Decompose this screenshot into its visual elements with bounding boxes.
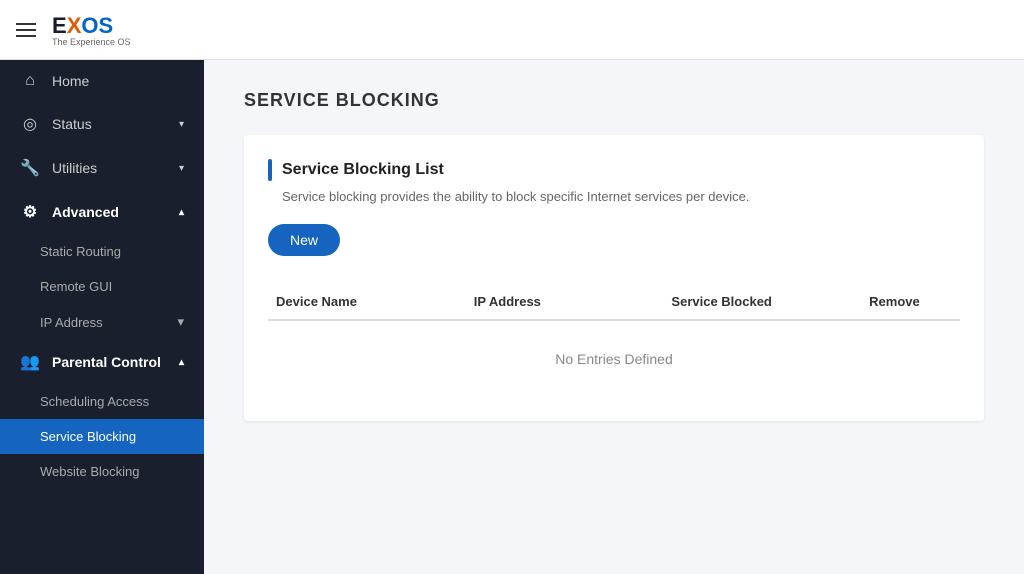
sidebar-label-home: Home (52, 73, 89, 89)
service-blocking-table: Device Name IP Address Service Blocked R… (268, 284, 960, 397)
sidebar-item-website-blocking[interactable]: Website Blocking (0, 454, 204, 489)
sidebar-item-utilities[interactable]: 🔧 Utilities ▾ (0, 146, 204, 190)
logo-tagline: The Experience OS (52, 37, 131, 47)
status-icon: ◎ (20, 114, 40, 134)
chevron-up-icon: ▴ (179, 357, 184, 368)
utilities-icon: 🔧 (20, 158, 40, 178)
sidebar-label-service-blocking: Service Blocking (40, 429, 136, 444)
section-title: Service Blocking List (282, 161, 444, 179)
sidebar: ⌂ Home ◎ Status ▾ 🔧 Utilities ▾ ⚙ Advanc… (0, 60, 204, 574)
main-content: SERVICE BLOCKING Service Blocking List S… (204, 60, 1024, 574)
top-header: EXOS The Experience OS (0, 0, 1024, 60)
sidebar-label-static-routing: Static Routing (40, 244, 121, 259)
col-remove: Remove (861, 294, 960, 309)
content-card: Service Blocking List Service blocking p… (244, 135, 984, 421)
col-ip-address: IP Address (466, 294, 664, 309)
sidebar-label-website-blocking: Website Blocking (40, 464, 139, 479)
hamburger-menu[interactable] (16, 23, 36, 37)
logo-e: E (52, 13, 67, 39)
sidebar-label-status: Status (52, 116, 92, 132)
sidebar-label-parental-control: Parental Control (52, 354, 161, 370)
logo-os: OS (81, 13, 113, 39)
col-service-blocked: Service Blocked (663, 294, 861, 309)
table-empty-message: No Entries Defined (268, 321, 960, 397)
sidebar-item-status[interactable]: ◎ Status ▾ (0, 102, 204, 146)
sidebar-item-parental-control[interactable]: 👥 Parental Control ▴ (0, 340, 204, 384)
col-device-name: Device Name (268, 294, 466, 309)
sidebar-label-scheduling-access: Scheduling Access (40, 394, 149, 409)
sidebar-item-home[interactable]: ⌂ Home (0, 60, 204, 102)
chevron-down-icon: ▾ (179, 163, 184, 174)
logo: EXOS The Experience OS (52, 13, 131, 47)
sidebar-label-ip-address: IP Address (40, 315, 103, 330)
logo-x: X (67, 13, 82, 39)
sidebar-item-scheduling-access[interactable]: Scheduling Access (0, 384, 204, 419)
chevron-down-icon: ▾ (179, 119, 184, 130)
page-title: SERVICE BLOCKING (244, 90, 984, 111)
sidebar-label-utilities: Utilities (52, 160, 97, 176)
table-body: No Entries Defined (268, 321, 960, 397)
sidebar-label-advanced: Advanced (52, 204, 119, 220)
sidebar-item-remote-gui[interactable]: Remote GUI (0, 269, 204, 304)
sidebar-item-static-routing[interactable]: Static Routing (0, 234, 204, 269)
home-icon: ⌂ (20, 72, 40, 90)
chevron-up-icon: ▴ (179, 207, 184, 218)
section-header-row: Service Blocking List (268, 159, 960, 181)
section-description: Service blocking provides the ability to… (268, 189, 960, 204)
table-header: Device Name IP Address Service Blocked R… (268, 284, 960, 321)
chevron-down-icon: ▾ (177, 314, 184, 330)
advanced-icon: ⚙ (20, 202, 40, 222)
main-layout: ⌂ Home ◎ Status ▾ 🔧 Utilities ▾ ⚙ Advanc… (0, 60, 1024, 574)
new-button[interactable]: New (268, 224, 340, 256)
sidebar-item-ip-address[interactable]: IP Address ▾ (0, 304, 204, 340)
parental-control-icon: 👥 (20, 352, 40, 372)
sidebar-item-advanced[interactable]: ⚙ Advanced ▴ (0, 190, 204, 234)
blue-bar-decoration (268, 159, 272, 181)
sidebar-label-remote-gui: Remote GUI (40, 279, 112, 294)
sidebar-item-service-blocking[interactable]: Service Blocking (0, 419, 204, 454)
